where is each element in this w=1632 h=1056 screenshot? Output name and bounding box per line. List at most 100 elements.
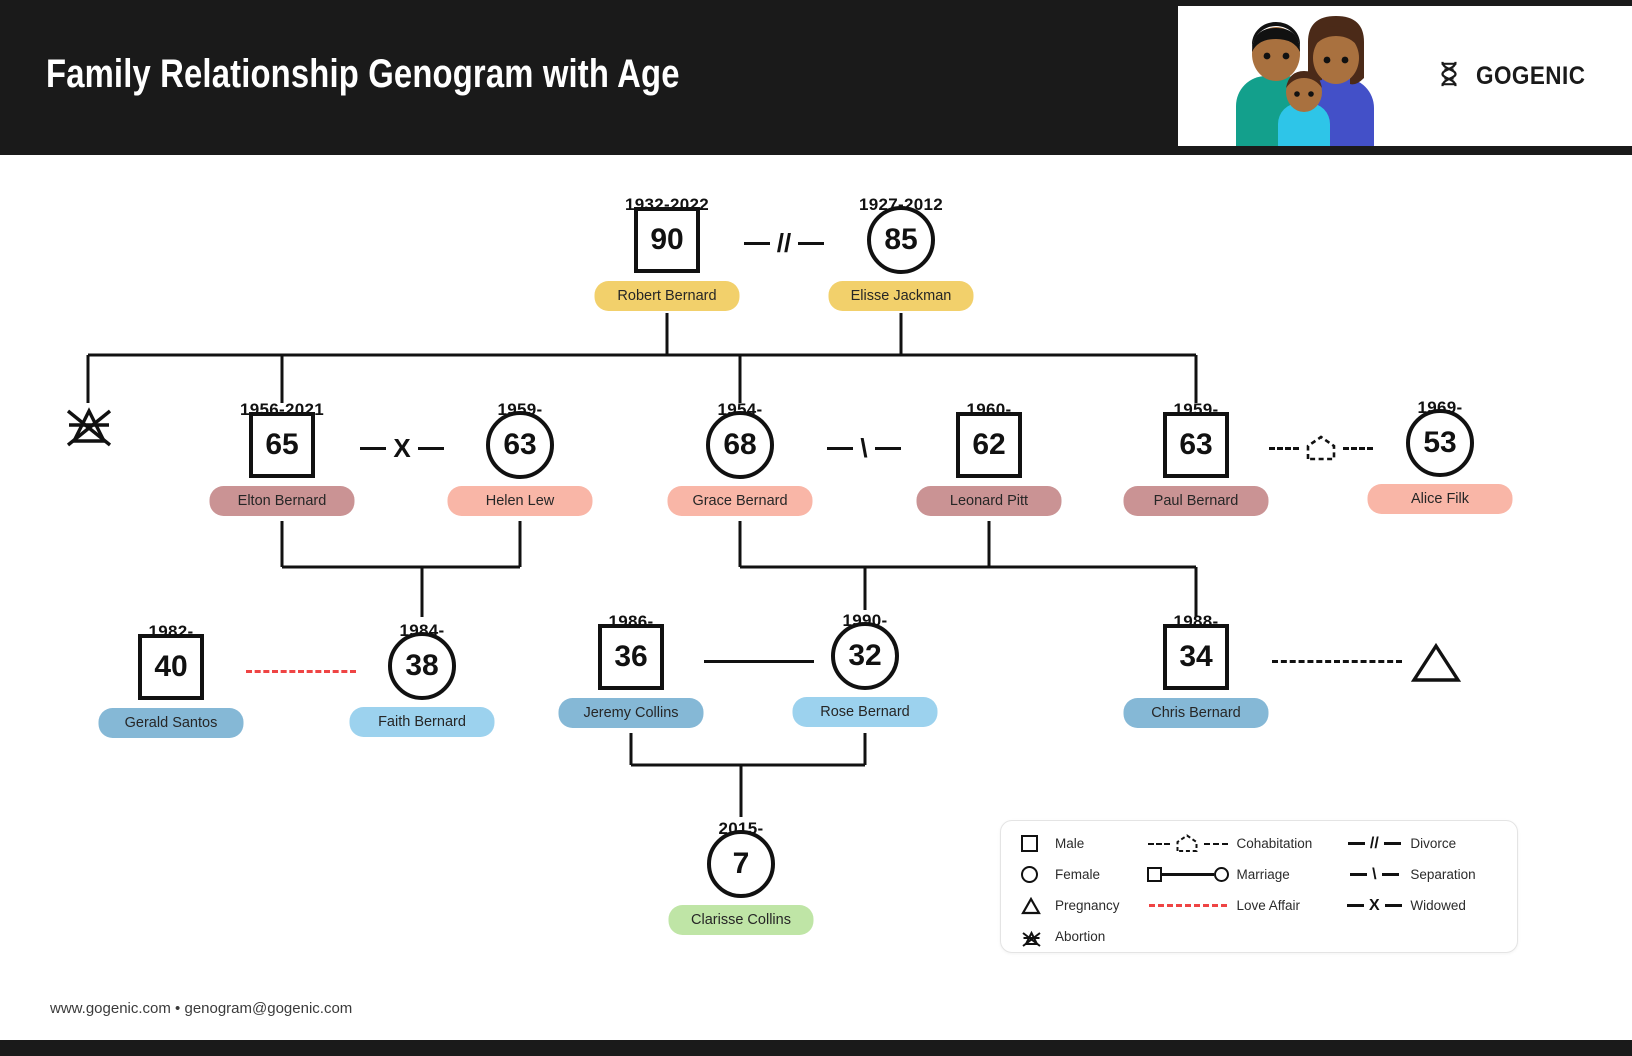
pregnancy-triangle-symbol: [1410, 642, 1462, 689]
person-age: 36: [614, 640, 648, 673]
person-name-label: Helen Lew: [447, 486, 593, 516]
line-segment: [827, 446, 854, 450]
header-bar: Family Relationship Genogram with Age GO…: [0, 0, 1632, 155]
legend-item-female: Female: [1021, 866, 1140, 883]
female-circle-icon: 38: [388, 632, 456, 700]
person-age: 65: [265, 428, 299, 461]
person-name-label: Faith Bernard: [349, 707, 495, 737]
dashed-line: [1272, 659, 1402, 663]
legend-label: Divorce: [1410, 836, 1457, 851]
male-square-icon: [1021, 835, 1055, 852]
legend-item-widowed: X Widowed: [1338, 897, 1497, 914]
person-name-label: Robert Bernard: [594, 281, 740, 311]
male-square-icon: 65: [249, 412, 315, 478]
person-name-label: Grace Bernard: [667, 486, 813, 516]
cohabitation-house-icon: [1306, 435, 1336, 461]
legend-panel: Male Female Pregnancy Abortion Cohabitat…: [1000, 820, 1518, 953]
separation-glyph: \: [1372, 865, 1377, 883]
legend-label: Cohabitation: [1236, 836, 1313, 851]
widowed-glyph: X: [1368, 896, 1380, 914]
line-segment: [743, 241, 770, 245]
dashed-line-segment: [1343, 446, 1373, 450]
female-circle-icon: 32: [831, 622, 899, 690]
love-affair-line: [246, 669, 356, 673]
legend-label: Female: [1055, 867, 1101, 882]
abortion-symbol: [62, 395, 116, 454]
male-square-icon: 34: [1163, 624, 1229, 690]
page-title: Family Relationship Genogram with Age: [46, 52, 680, 96]
person-age: 32: [848, 639, 882, 672]
legend-label: Marriage: [1236, 867, 1290, 882]
footer-bar: [0, 1040, 1632, 1056]
brand-name: GOGENIC: [1476, 61, 1586, 90]
female-circle-icon: 68: [706, 411, 774, 479]
female-circle-icon: 7: [707, 830, 775, 898]
love-affair-icon: [1140, 904, 1236, 907]
widowed-glyph: X: [393, 433, 411, 463]
person-age: 63: [1179, 428, 1213, 461]
divorce-glyph: //: [1369, 834, 1379, 852]
female-circle-icon: 63: [486, 411, 554, 479]
legend-label: Male: [1055, 836, 1085, 851]
person-name-label: Elton Bernard: [209, 486, 355, 516]
line-segment: [874, 446, 901, 450]
dna-helix-icon: [1436, 60, 1462, 93]
person-age: 63: [503, 428, 537, 461]
person-age: 53: [1423, 426, 1457, 459]
legend-item-love-affair: Love Affair: [1140, 897, 1338, 914]
person-age: 40: [154, 650, 188, 683]
person-age: 38: [405, 649, 439, 682]
legend-column-relationship-lines: Cohabitation Marriage Love Affair: [1140, 834, 1338, 938]
legend-label: Pregnancy: [1055, 898, 1120, 913]
pregnancy-triangle-icon: [1021, 896, 1055, 915]
legend-column-status: // Divorce \ Separation X Widowed: [1338, 835, 1497, 938]
person-age: 34: [1179, 640, 1213, 673]
legend-item-pregnancy: Pregnancy: [1021, 896, 1140, 915]
dashed-line-segment: [1269, 446, 1299, 450]
person-name-label: Clarisse Collins: [668, 905, 814, 935]
legend-item-marriage: Marriage: [1140, 866, 1338, 883]
person-name-label: Rose Bernard: [792, 697, 938, 727]
person-age: 85: [884, 223, 918, 256]
legend-label: Abortion: [1055, 929, 1106, 944]
legend-item-male: Male: [1021, 835, 1140, 852]
marriage-icon: [1140, 867, 1236, 882]
male-square-icon: 36: [598, 624, 664, 690]
female-circle-icon: 85: [867, 206, 935, 274]
person-age: 7: [732, 847, 750, 880]
abortion-icon: [1021, 927, 1055, 947]
person-name-label: Leonard Pitt: [916, 486, 1062, 516]
legend-label: Widowed: [1410, 898, 1466, 913]
cohabitation-icon: [1140, 834, 1236, 853]
female-circle-icon: 53: [1406, 409, 1474, 477]
separation-glyph: \: [860, 433, 868, 463]
legend-item-divorce: // Divorce: [1338, 835, 1497, 852]
male-square-icon: 90: [634, 207, 700, 273]
legend-column-symbols: Male Female Pregnancy Abortion: [1021, 835, 1140, 947]
person-age: 90: [650, 223, 684, 256]
legend-label: Separation: [1410, 867, 1476, 882]
line-segment: [798, 241, 825, 245]
female-circle-icon: [1021, 866, 1055, 883]
divorce-icon: //: [1338, 834, 1410, 852]
footer-contact-text: www.gogenic.com • genogram@gogenic.com: [50, 1000, 353, 1017]
line-segment: [417, 446, 444, 450]
person-age: 62: [972, 428, 1006, 461]
logo-panel: GOGENIC: [1178, 6, 1632, 146]
person-name-label: Alice Filk: [1367, 484, 1513, 514]
widowed-icon: X: [1338, 896, 1410, 914]
divorce-glyph: //: [776, 228, 792, 258]
male-square-icon: 40: [138, 634, 204, 700]
separation-icon: \: [1338, 865, 1410, 883]
person-name-label: Paul Bernard: [1123, 486, 1269, 516]
legend-label: Love Affair: [1236, 898, 1301, 913]
person-name-label: Gerald Santos: [98, 708, 244, 738]
male-square-icon: 62: [956, 412, 1022, 478]
marriage-line: [704, 659, 814, 663]
person-name-label: Chris Bernard: [1123, 698, 1269, 728]
person-name-label: Jeremy Collins: [558, 698, 704, 728]
male-square-icon: 63: [1163, 412, 1229, 478]
family-portrait-illustration: [1214, 6, 1394, 146]
person-name-label: Elisse Jackman: [828, 281, 974, 311]
legend-item-separation: \ Separation: [1338, 866, 1497, 883]
